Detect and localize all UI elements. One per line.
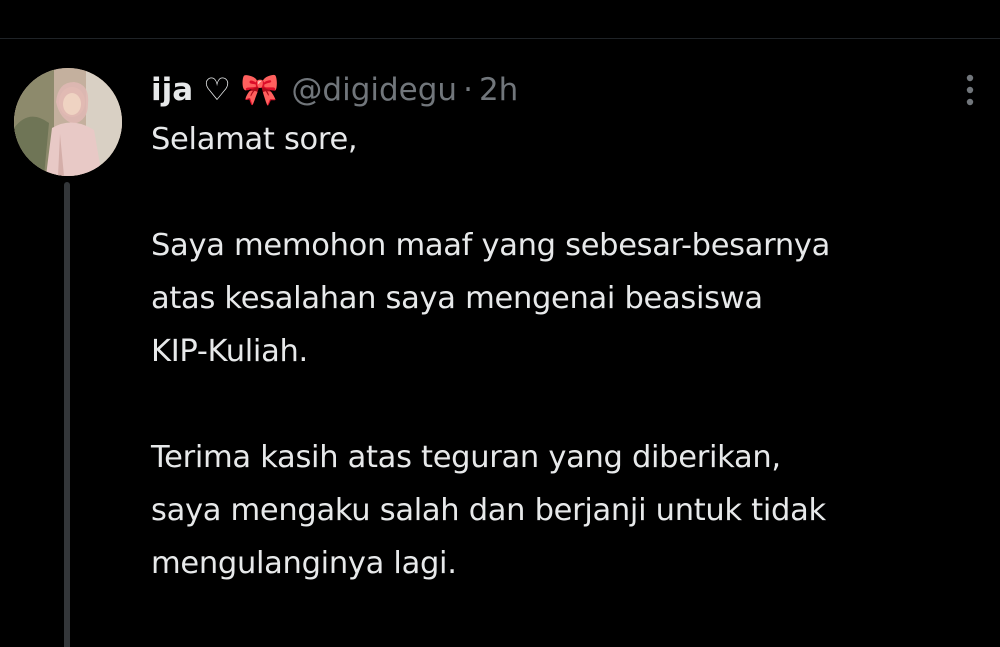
paragraph: Selamat sore,	[151, 113, 991, 166]
separator-dot: ·	[463, 72, 473, 108]
text-line: atas kesalahan saya mengenai beasiswa	[151, 281, 763, 316]
user-avatar-photo	[14, 68, 122, 176]
tweet-header: ija ♡ 🎀 @digidegu · 2h	[151, 70, 991, 110]
name-emojis: ♡ 🎀	[203, 72, 280, 108]
vertical-ellipsis-icon	[966, 74, 974, 106]
text-line: Selamat sore,	[151, 122, 358, 157]
tweet-text: Selamat sore, Saya memohon maaf yang seb…	[151, 113, 991, 590]
thread-line	[64, 182, 70, 647]
text-line: Saya memohon maaf yang sebesar-besarnya	[151, 228, 831, 263]
text-line: KIP-Kuliah.	[151, 334, 308, 369]
paragraph: Terima kasih atas teguran yang diberikan…	[151, 431, 991, 590]
display-name[interactable]: ija	[151, 70, 193, 110]
text-line: saya mengaku salah dan berjanji untuk ti…	[151, 493, 826, 528]
avatar[interactable]	[14, 68, 122, 176]
user-handle[interactable]: @digidegu	[291, 70, 457, 110]
paragraph: Saya memohon maaf yang sebesar-besarnya …	[151, 219, 991, 378]
text-line: Terima kasih atas teguran yang diberikan…	[151, 440, 781, 475]
more-options-button[interactable]	[955, 70, 985, 110]
text-line: mengulanginya lagi.	[151, 546, 457, 581]
timestamp[interactable]: 2h	[479, 70, 518, 110]
tweet[interactable]: ija ♡ 🎀 @digidegu · 2h Selamat sore, Say…	[151, 70, 991, 590]
top-divider	[0, 38, 1000, 39]
